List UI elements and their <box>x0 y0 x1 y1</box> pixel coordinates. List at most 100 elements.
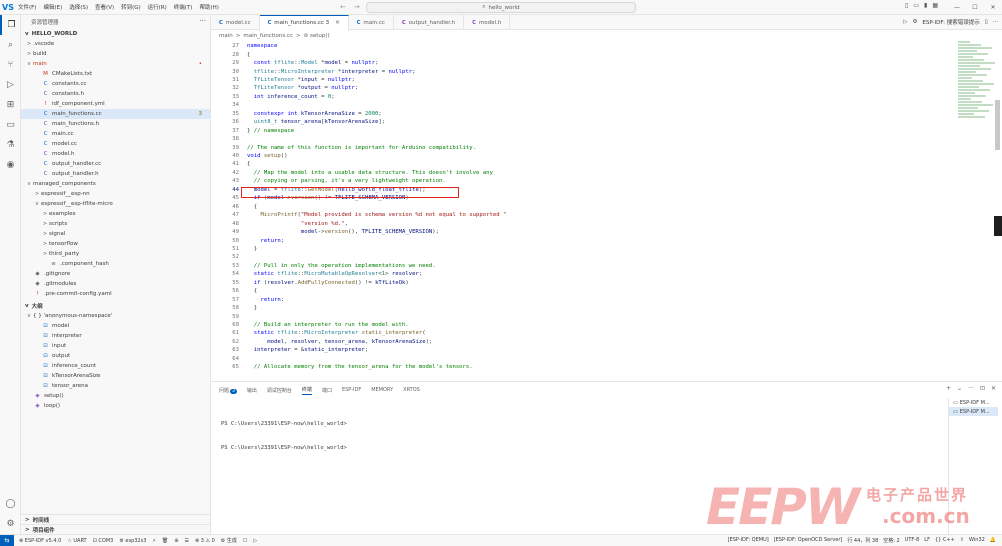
project-components-section-header[interactable]: > 项目组件 <box>21 524 210 534</box>
esp-idf-icon[interactable]: ◉ <box>0 155 21 175</box>
side-widget[interactable] <box>994 216 1002 236</box>
extensions-icon[interactable]: ⊞ <box>0 95 21 115</box>
minimap[interactable] <box>958 41 998 141</box>
tree-item[interactable]: ◈ loop() <box>21 401 210 411</box>
status-item[interactable]: 空格: 2 <box>883 537 899 544</box>
menu-item[interactable]: 查看(V) <box>95 3 114 11</box>
tree-item[interactable]: Coutput_handler.cc <box>21 159 210 169</box>
close-icon[interactable]: ✕ <box>984 0 1002 15</box>
tree-item[interactable]: Cmain_functions.h <box>21 119 210 129</box>
status-item[interactable]: ⊗ 3 ⚠ 0 <box>195 538 215 544</box>
code-editor[interactable]: 27 namespace 28{29 const tflite::Model *mo… <box>211 41 991 380</box>
test-icon[interactable]: ⚗ <box>0 135 21 155</box>
remote-icon[interactable]: ▭ <box>0 115 21 135</box>
more-actions-icon[interactable]: ··· <box>993 19 998 25</box>
tree-item[interactable]: ⊡ inference_count <box>21 361 210 371</box>
breadcrumb-item[interactable]: main_functions.cc <box>243 33 293 39</box>
status-item[interactable]: 🔔 <box>990 537 996 544</box>
status-item[interactable]: [ESP-IDF: QEMU] <box>728 537 769 544</box>
tree-item[interactable]: Cmodel.h <box>21 149 210 159</box>
tree-item[interactable]: ! .pre-commit-config.yaml <box>21 289 210 299</box>
status-item[interactable]: ⚙ 生成 <box>221 537 237 544</box>
panel-tab[interactable]: 问题 3 <box>219 387 237 394</box>
status-item[interactable]: ☆ UART <box>67 538 86 544</box>
menu-item[interactable]: 编辑(E) <box>43 3 62 11</box>
gear-icon[interactable]: ⚙ <box>0 514 21 534</box>
tree-item[interactable]: Cconstants.cc <box>21 79 210 89</box>
forward-arrow-icon[interactable]: → <box>354 3 360 11</box>
tree-item[interactable]: ⊡ tensor_arena <box>21 381 210 391</box>
outline-section-header[interactable]: v 大纲 <box>21 301 210 311</box>
new-terminal-icon[interactable]: + <box>946 385 951 392</box>
tree-item[interactable]: > espressif__esp-nn <box>21 189 210 199</box>
command-center-search[interactable]: ⌕ hello_world <box>366 2 636 13</box>
status-item[interactable]: 🗑 <box>162 538 168 544</box>
status-item[interactable]: Win32 <box>969 537 985 544</box>
editor-tab[interactable]: Cmodel.cc <box>211 15 260 30</box>
source-control-icon[interactable]: ⑂ <box>0 55 21 75</box>
tree-item[interactable]: Cmodel.cc <box>21 139 210 149</box>
explorer-icon[interactable]: ❐ <box>0 15 21 35</box>
layout-toggle-icon[interactable]: ▦ <box>932 2 938 9</box>
terminal-output[interactable]: PS C:\Users\23391\ESP-now\hello_world> P… <box>221 404 347 468</box>
tree-item[interactable]: Cmain_functions.cc 3 <box>21 109 210 119</box>
breadcrumb-item[interactable]: main <box>219 33 233 39</box>
search-icon[interactable]: ⌕ <box>0 35 21 55</box>
menu-item[interactable]: 转到(G) <box>121 3 141 11</box>
tree-item[interactable]: > .vscode <box>21 39 210 49</box>
status-item[interactable]: {} C++ <box>935 537 955 544</box>
panel-tab[interactable]: 调试控制台 <box>267 387 292 394</box>
more-actions-icon[interactable]: ··· <box>968 385 974 392</box>
tree-item[interactable]: ⊡ interpreter <box>21 331 210 341</box>
menu-item[interactable]: 终端(T) <box>174 3 193 11</box>
status-item[interactable]: [ESP-IDF: OpenOCD Server] <box>774 537 843 544</box>
panel-tab[interactable]: 终端 <box>301 386 312 395</box>
tree-item[interactable]: Coutput_handler.h <box>21 169 210 179</box>
tree-item[interactable]: v managed_components <box>21 179 210 189</box>
close-icon[interactable]: ✕ <box>991 385 996 392</box>
workspace-root[interactable]: v HELLO_WORLD <box>21 29 210 39</box>
breadcrumb-item[interactable]: ⊚ setup() <box>304 33 330 39</box>
panel-tab[interactable]: MEMORY <box>371 387 393 393</box>
status-item[interactable]: ⇪ <box>960 537 964 544</box>
tree-item[interactable]: ! idf_component.yml <box>21 99 210 109</box>
layout-toggle-icon[interactable]: ▮ <box>924 2 927 9</box>
tree-item[interactable]: > third_party <box>21 249 210 259</box>
editor-tab[interactable]: Coutput_handler.h <box>394 15 465 30</box>
tree-item[interactable]: ◈ setup() <box>21 391 210 401</box>
tree-item[interactable]: > tensorflow <box>21 239 210 249</box>
tree-item[interactable]: > signal <box>21 229 210 239</box>
run-icon[interactable]: ▷ <box>903 19 907 25</box>
tree-item[interactable]: Cconstants.h <box>21 89 210 99</box>
layout-toggle-icon[interactable]: ▯ <box>905 2 908 9</box>
panel-tab[interactable]: 输出 <box>247 387 257 394</box>
tree-item[interactable]: Cmain.cc <box>21 129 210 139</box>
menu-item[interactable]: 运行(R) <box>148 3 167 11</box>
status-item[interactable]: ⚙ esp32s3 <box>119 538 146 544</box>
tree-item[interactable]: ◆ .gitignore <box>21 269 210 279</box>
timeline-section-header[interactable]: > 时间线 <box>21 514 210 524</box>
back-arrow-icon[interactable]: ← <box>340 3 346 11</box>
editor-tab[interactable]: Cmodel.h <box>464 15 511 30</box>
tree-item[interactable]: M CMakeLists.txt <box>21 69 210 79</box>
status-item[interactable]: 行 44，列 38 <box>847 537 878 544</box>
run-debug-icon[interactable]: ▷ <box>0 75 21 95</box>
tree-item[interactable]: v main • <box>21 59 210 69</box>
minimize-icon[interactable]: — <box>948 0 966 15</box>
status-item[interactable]: UTF-8 <box>905 537 920 544</box>
status-item[interactable]: ⊕ <box>174 538 178 544</box>
tree-item[interactable]: > examples <box>21 209 210 219</box>
split-editor-icon[interactable]: ▯ <box>985 19 988 25</box>
remote-connection-icon[interactable]: ⇆ <box>0 534 14 546</box>
tree-item[interactable]: ≡ .component_hash <box>21 259 210 269</box>
editor-tab[interactable]: Cmain.cc <box>349 15 394 30</box>
gear-icon[interactable]: ⚙ <box>912 19 917 25</box>
terminal-instance[interactable]: ▭ ESP-IDF M... <box>949 398 998 407</box>
status-item[interactable]: ▷ <box>253 538 257 544</box>
tree-item[interactable]: ⊡ input <box>21 341 210 351</box>
menu-item[interactable]: 帮助(H) <box>199 3 218 11</box>
more-actions-icon[interactable]: ··· <box>199 17 206 25</box>
status-item[interactable]: ⚡ <box>152 538 156 544</box>
status-item[interactable]: ⊡ COM3 <box>93 538 114 544</box>
tree-item[interactable]: > build <box>21 49 210 59</box>
